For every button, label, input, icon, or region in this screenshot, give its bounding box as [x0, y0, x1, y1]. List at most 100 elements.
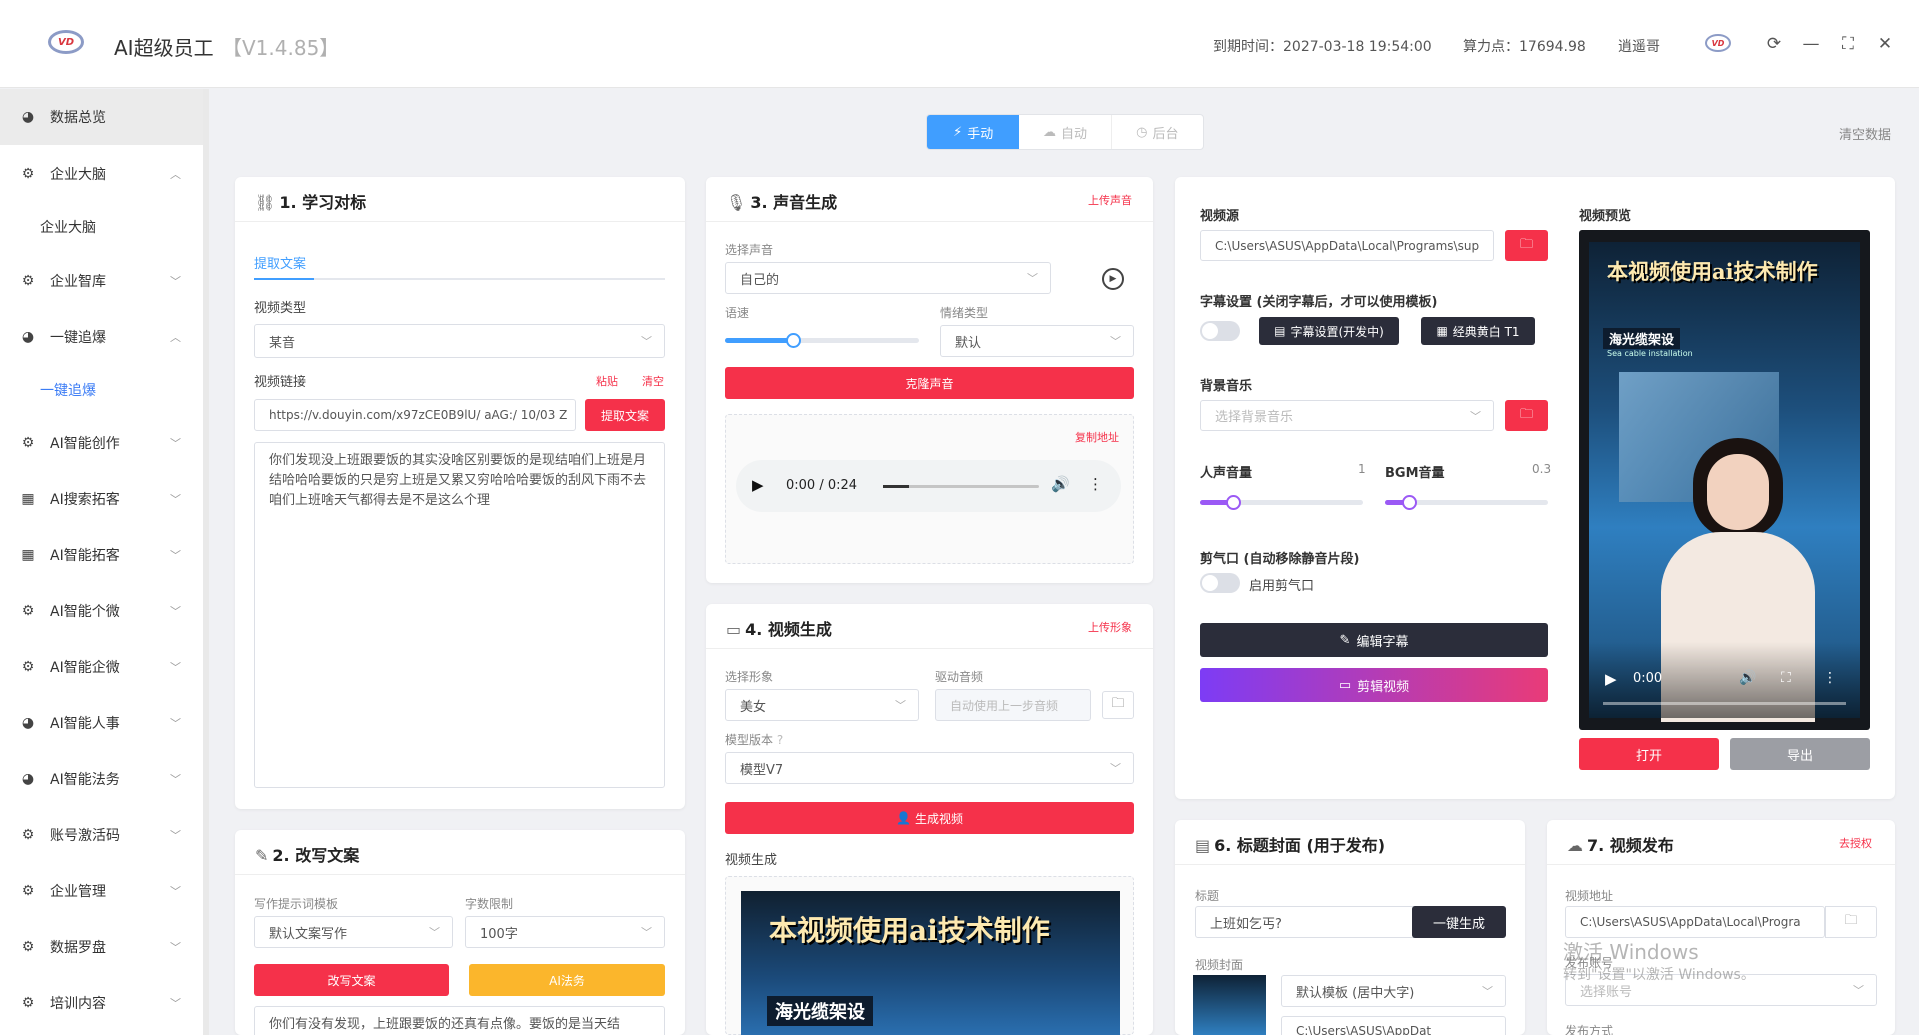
video-type-select[interactable]: 某音 ﹀ — [254, 324, 665, 358]
sidebar-item-overview[interactable]: ◕ 数据总览 — [0, 89, 203, 145]
sidebar-item-hr[interactable]: ◕ AI智能人事 ﹀ — [0, 695, 203, 751]
clear-data-button[interactable]: 清空数据 — [1839, 124, 1891, 143]
one-click-generate-button[interactable]: 一键生成 — [1412, 906, 1506, 938]
sidebar-scrollbar[interactable] — [203, 89, 209, 1035]
model-select[interactable]: 模型V7 ﹀ — [725, 752, 1134, 784]
extract-button[interactable]: 提取文案 — [585, 399, 665, 431]
template-value: 默认文案写作 — [269, 926, 348, 942]
sidebar-item-activation[interactable]: ⚙ 账号激活码 ﹀ — [0, 807, 203, 863]
audio-progress[interactable] — [883, 485, 1039, 488]
sidebar-item-knowledge[interactable]: ⚙ 企业智库 ﹀ — [0, 253, 203, 309]
more-icon[interactable]: ⋮ — [1088, 475, 1103, 493]
play-icon[interactable]: ▶ — [752, 476, 764, 494]
username[interactable]: 逍遥哥 — [1618, 36, 1660, 56]
app-version: 【V1.4.85】 — [222, 36, 340, 60]
voice-select[interactable]: 自己的 ﹀ — [725, 262, 1051, 294]
sidebar-item-wecom[interactable]: ⚙ AI智能企微 ﹀ — [0, 639, 203, 695]
upload-avatar-button[interactable]: 上传形象 — [1088, 619, 1132, 635]
video-source-label: 视频源 — [1200, 209, 1240, 224]
sidebar-subitem-brain[interactable]: 企业大脑 — [0, 199, 203, 255]
subtitle-toggle[interactable] — [1200, 321, 1240, 341]
avatar-select[interactable]: 美女 ﹀ — [725, 689, 919, 721]
refresh-icon[interactable]: ⟳ — [1762, 32, 1786, 56]
play-icon[interactable]: ▶ — [1605, 670, 1617, 688]
fullscreen-icon[interactable]: ⛶ — [1781, 670, 1791, 686]
voice-volume-slider[interactable] — [1200, 500, 1363, 505]
clear-button[interactable]: 清空 — [642, 373, 664, 389]
cover-thumbnail[interactable] — [1193, 975, 1266, 1035]
play-preview-icon[interactable]: ▶ — [1102, 268, 1124, 290]
upload-voice-button[interactable]: 上传声音 — [1088, 192, 1132, 208]
generate-video-button[interactable]: 👤 生成视频 — [725, 802, 1134, 834]
video-link-input[interactable]: https://v.douyin.com/x97zCE0B9lU/ aAG:/ … — [254, 399, 576, 431]
tab-manual[interactable]: ⚡ 手动 — [927, 115, 1020, 149]
sidebar-item-compass[interactable]: ⚙ 数据罗盘 ﹀ — [0, 919, 203, 975]
divider — [235, 874, 685, 875]
law-button[interactable]: AI法务 — [469, 964, 665, 996]
speed-slider-knob[interactable] — [785, 333, 801, 348]
emotion-select[interactable]: 默认 ﹀ — [940, 325, 1134, 357]
subtitle-settings-button[interactable]: ▤ 字幕设置(开发中) — [1259, 317, 1399, 345]
minimize-icon[interactable]: — — [1799, 32, 1823, 56]
rewrite-button[interactable]: 改写文案 — [254, 964, 449, 996]
sidebar-item-training[interactable]: ⚙ 培训内容 ﹀ — [0, 975, 203, 1031]
folder-icon[interactable]: 🗀 — [1825, 906, 1877, 938]
subtitle-template-button[interactable]: ▦ 经典黄白 T1 — [1421, 317, 1535, 345]
sidebar-item-search[interactable]: ▦ AI搜索拓客 ﹀ — [0, 471, 203, 527]
folder-icon[interactable]: 🗀 — [1505, 230, 1548, 261]
sidebar-item-brain[interactable]: ⚙ 企业大脑 ︿ — [0, 146, 203, 202]
volume-icon[interactable]: 🔊 — [1739, 670, 1756, 686]
chevron-down-icon: ﹀ — [641, 335, 652, 348]
cut-video-button[interactable]: ▭ 剪辑视频 — [1200, 668, 1548, 702]
sidebar-subitem-viral[interactable]: 一键追爆 — [0, 362, 203, 418]
bgm-select[interactable]: 选择背景音乐 ﹀ — [1200, 400, 1494, 431]
clone-voice-button[interactable]: 克隆声音 — [725, 367, 1134, 399]
sidebar-item-company[interactable]: ⚙ 企业管理 ﹀ — [0, 863, 203, 919]
export-button[interactable]: 导出 — [1730, 738, 1870, 770]
gear-icon: ⚙ — [21, 273, 35, 289]
trim-toggle[interactable] — [1200, 573, 1240, 593]
volume-icon[interactable]: 🔊 — [1051, 475, 1070, 493]
paste-button[interactable]: 粘贴 — [596, 373, 618, 389]
sidebar-item-wechat[interactable]: ⚙ AI智能个微 ﹀ — [0, 583, 203, 639]
copy-address-button[interactable]: 复制地址 — [1075, 429, 1119, 445]
help-icon[interactable]: ? — [777, 733, 783, 747]
sidebar-item-create[interactable]: ⚙ AI智能创作 ﹀ — [0, 415, 203, 471]
template-select[interactable]: 默认文案写作 ﹀ — [254, 916, 453, 948]
cloud-icon: ☁ — [1042, 124, 1056, 140]
driving-audio-label: 驱动音频 — [935, 670, 984, 684]
cover-path-input[interactable]: C:\Users\ASUS\AppDat — [1281, 1016, 1506, 1035]
edit-subtitle-button[interactable]: ✎ 编辑字幕 — [1200, 623, 1548, 657]
cover-template-select[interactable]: 默认模板 (居中大字) ﹀ — [1281, 975, 1506, 1007]
maximize-icon[interactable]: ⛶ — [1836, 32, 1860, 56]
preview-progress[interactable] — [1603, 702, 1846, 705]
video-source-input[interactable]: C:\Users\ASUS\AppData\Local\Programs\sup — [1200, 230, 1494, 261]
voice-volume-knob[interactable] — [1225, 495, 1241, 510]
tab-auto[interactable]: ☁ 自动 — [1019, 115, 1112, 149]
chevron-down-icon: ﹀ — [170, 661, 181, 674]
model-value: 模型V7 — [740, 762, 784, 778]
tab-extract[interactable]: 提取文案 — [254, 253, 306, 272]
sidebar-item-prospect[interactable]: ▦ AI智能拓客 ﹀ — [0, 527, 203, 583]
speed-slider[interactable] — [725, 338, 919, 343]
folder-icon[interactable]: 🗀 — [1505, 400, 1548, 431]
bgm-volume-knob[interactable] — [1402, 495, 1418, 510]
driving-audio-input[interactable]: 自动使用上一步音频 — [935, 689, 1091, 721]
chevron-down-icon: ﹀ — [170, 997, 181, 1010]
limit-select[interactable]: 100字 ﹀ — [465, 916, 665, 948]
sidebar-item-viral[interactable]: ◕ 一键追爆 ︿ — [0, 309, 203, 365]
rewritten-text[interactable]: 你们有没有发现，上班跟要饭的还真有点像。要饭的是当天结 — [254, 1006, 665, 1035]
tab-backend[interactable]: ◷ 后台 — [1112, 115, 1203, 149]
video-address-input[interactable]: C:\Users\ASUS\AppData\Local\Progra — [1565, 906, 1825, 938]
authorize-button[interactable]: 去授权 — [1839, 835, 1872, 851]
video-preview-player[interactable]: 本视频使用ai技术制作 海光缆架设 Sea cable installation… — [1579, 230, 1870, 730]
close-icon[interactable]: ✕ — [1873, 32, 1897, 56]
sidebar-item-legal[interactable]: ◕ AI智能法务 ﹀ — [0, 751, 203, 807]
voice-volume-value: 1 — [1358, 462, 1366, 476]
folder-icon[interactable]: 🗀 — [1102, 691, 1134, 719]
open-button[interactable]: 打开 — [1579, 738, 1719, 770]
user-avatar[interactable]: VD — [1705, 34, 1731, 52]
extracted-text[interactable]: 你们发现没上班跟要饭的其实没啥区别要饭的是现结咱们上班是月结哈哈哈要饭的只是穷上… — [254, 442, 665, 788]
more-icon[interactable]: ⋮ — [1823, 670, 1837, 686]
title-input[interactable]: 上班如乞丐? — [1195, 906, 1431, 938]
